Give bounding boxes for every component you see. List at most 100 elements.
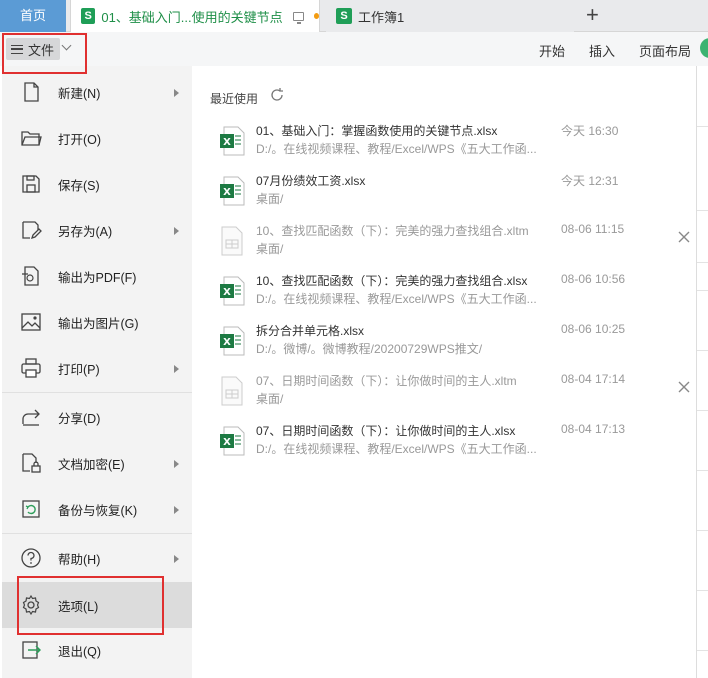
menu-item-label: 分享(D) xyxy=(58,411,101,426)
menu-item-options[interactable]: 选项(L) xyxy=(2,582,192,628)
svg-text:X: X xyxy=(223,337,231,348)
monitor-icon[interactable] xyxy=(292,11,304,24)
menu-item-label: 打开(O) xyxy=(58,132,102,147)
file-name: 07、日期时间函数（下）：让你做时间的主人.xlsx xyxy=(256,424,516,438)
file-menu: 新建(N) 打开(O) 保存(S) 另存为(A) 输出为PDF(F) 输出为图片… xyxy=(2,66,192,678)
encrypt-icon xyxy=(22,453,41,473)
menu-item-save[interactable]: 保存(S) xyxy=(2,164,192,204)
submenu-arrow-icon xyxy=(174,365,179,373)
recent-file-row[interactable]: X 拆分合并单元格.xlsx D:/。微博/。微博教程/20200729WPS推… xyxy=(192,316,697,366)
ribbon-tab-start[interactable]: 开始 xyxy=(539,41,565,60)
file-path: 桌面/ xyxy=(256,392,284,406)
tab-label: 工作簿1 xyxy=(358,9,405,25)
image-export-icon xyxy=(21,313,41,331)
grid-line xyxy=(697,530,708,531)
menu-item-open[interactable]: 打开(O) xyxy=(2,118,192,158)
pdf-export-icon xyxy=(22,266,39,286)
ribbon-tab-insert[interactable]: 插入 xyxy=(589,41,615,60)
recent-file-row[interactable]: 10、查找匹配函数（下）：完美的强力查找组合.xltm 桌面/ 08-06 11… xyxy=(192,216,697,266)
menu-item-save-as[interactable]: 另存为(A) xyxy=(2,210,192,250)
menu-item-label: 帮助(H) xyxy=(58,552,101,567)
submenu-arrow-icon xyxy=(174,555,179,563)
tab-home[interactable]: 首页 xyxy=(0,0,66,32)
file-name: 10、查找匹配函数（下）：完美的强力查找组合.xlsx xyxy=(256,274,528,288)
tab-bar: 首页 S 01、基础入门...使用的关键节点 S 工作簿1 + xyxy=(0,0,708,32)
tab-workbook1[interactable]: S 工作簿1 xyxy=(326,0,574,32)
menu-item-label: 备份与恢复(K) xyxy=(58,503,138,518)
save-as-icon xyxy=(22,221,42,240)
ribbon-tab-page-layout[interactable]: 页面布局 xyxy=(639,41,691,60)
menu-item-label: 新建(N) xyxy=(58,86,101,101)
menu-item-exit[interactable]: 退出(Q) xyxy=(2,630,192,670)
file-menu-label: 文件 xyxy=(28,42,55,58)
toolbar: 文件 开始 插入 页面布局 xyxy=(0,32,708,66)
menu-item-help[interactable]: 帮助(H) xyxy=(2,538,192,578)
tab-document-active[interactable]: S 01、基础入门...使用的关键节点 xyxy=(70,0,320,32)
submenu-arrow-icon xyxy=(174,227,179,235)
file-path: D:/。在线视频课程、教程/Excel/WPS《五大工作函... xyxy=(256,142,537,156)
file-time: 08-04 17:13 xyxy=(561,422,626,436)
exit-icon xyxy=(22,641,41,659)
menu-item-label: 输出为图片(G) xyxy=(58,316,139,331)
file-name: 01、基础入门：掌握函数使用的关键节点.xlsx xyxy=(256,124,498,138)
menu-item-new[interactable]: 新建(N) xyxy=(2,72,192,112)
status-circle-icon xyxy=(700,38,708,58)
close-icon[interactable] xyxy=(677,380,691,394)
file-name: 10、查找匹配函数（下）：完美的强力查找组合.xltm xyxy=(256,224,529,238)
chevron-down-icon[interactable] xyxy=(61,40,72,51)
file-name: 07、日期时间函数（下）：让你做时间的主人.xltm xyxy=(256,374,517,388)
refresh-icon[interactable] xyxy=(269,87,285,103)
menu-item-label: 另存为(A) xyxy=(58,224,113,239)
new-tab-button[interactable]: + xyxy=(586,3,599,27)
grid-line xyxy=(697,650,708,651)
menu-item-print[interactable]: 打印(P) xyxy=(2,348,192,388)
menu-item-label: 保存(S) xyxy=(58,178,100,193)
file-path: D:/。在线视频课程、教程/Excel/WPS《五大工作函... xyxy=(256,292,537,306)
sheet-background xyxy=(697,66,708,678)
recent-file-row[interactable]: X 07月份绩效工资.xlsx 桌面/ 今天 12:31 xyxy=(192,166,697,216)
recent-files-panel: 最近使用 X 01、基础入门：掌握函数使用的关键节点.xlsx D:/。在线视频… xyxy=(192,66,697,678)
svg-text:X: X xyxy=(223,287,231,298)
help-icon xyxy=(21,548,41,568)
menu-item-label: 打印(P) xyxy=(58,362,100,377)
template-file-icon xyxy=(221,376,243,406)
excel-file-icon: X xyxy=(220,426,245,456)
excel-file-icon: X xyxy=(220,276,245,306)
menu-item-share[interactable]: 分享(D) xyxy=(2,397,192,437)
excel-file-icon: X xyxy=(220,326,245,356)
backup-icon xyxy=(22,500,40,518)
menu-item-label: 文档加密(E) xyxy=(58,457,125,472)
save-icon xyxy=(22,175,40,193)
recent-file-row[interactable]: 07、日期时间函数（下）：让你做时间的主人.xltm 桌面/ 08-04 17:… xyxy=(192,366,697,416)
unsaved-dot-icon xyxy=(313,13,319,19)
menu-item-encrypt[interactable]: 文档加密(E) xyxy=(2,443,192,483)
grid-line xyxy=(697,126,708,127)
menu-item-export-pdf[interactable]: 输出为PDF(F) xyxy=(2,256,192,296)
excel-file-icon: X xyxy=(220,176,245,206)
grid-line xyxy=(697,410,708,411)
spreadsheet-icon: S xyxy=(336,8,352,24)
file-name: 07月份绩效工资.xlsx xyxy=(256,174,366,188)
file-menu-button[interactable]: 文件 xyxy=(6,38,60,60)
menu-item-label: 输出为PDF(F) xyxy=(58,270,137,285)
menu-item-export-image[interactable]: 输出为图片(G) xyxy=(2,302,192,342)
recent-file-row[interactable]: X 07、日期时间函数（下）：让你做时间的主人.xlsx D:/。在线视频课程、… xyxy=(192,416,697,466)
printer-icon xyxy=(21,358,41,378)
grid-line xyxy=(697,262,708,263)
grid-line xyxy=(697,470,708,471)
menu-item-label: 退出(Q) xyxy=(58,644,102,659)
menu-item-backup[interactable]: 备份与恢复(K) xyxy=(2,489,192,529)
file-path: 桌面/ xyxy=(256,192,284,206)
template-file-icon xyxy=(221,226,243,256)
submenu-arrow-icon xyxy=(174,89,179,97)
close-icon[interactable] xyxy=(677,230,691,244)
recent-file-row[interactable]: X 10、查找匹配函数（下）：完美的强力查找组合.xlsx D:/。在线视频课程… xyxy=(192,266,697,316)
new-document-icon xyxy=(24,82,39,102)
file-path: D:/。微博/。微博教程/20200729WPS推文/ xyxy=(256,342,483,356)
file-time: 今天 12:31 xyxy=(561,174,619,188)
tab-label: 01、基础入门...使用的关键节点 xyxy=(101,9,283,25)
grid-line xyxy=(697,290,708,291)
grid-line xyxy=(697,350,708,351)
submenu-arrow-icon xyxy=(174,506,179,514)
recent-file-row[interactable]: X 01、基础入门：掌握函数使用的关键节点.xlsx D:/。在线视频课程、教程… xyxy=(192,116,697,166)
